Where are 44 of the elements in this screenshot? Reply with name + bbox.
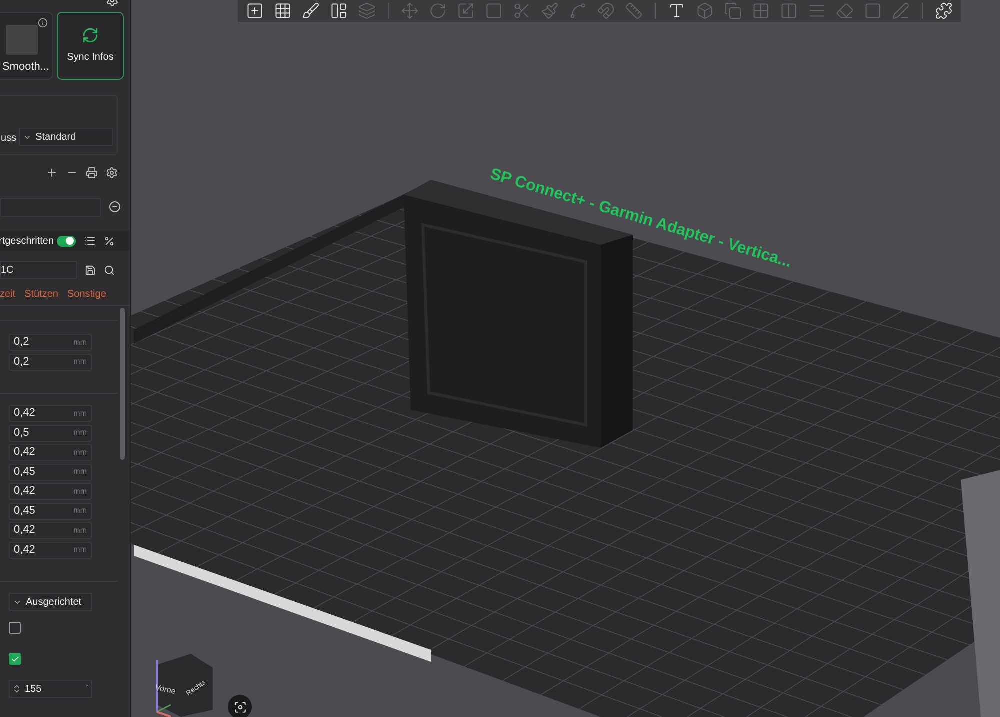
- focus-icon: [234, 700, 246, 714]
- plate-type-dropdown[interactable]: Standard: [18, 128, 113, 146]
- advanced-toggle[interactable]: [57, 236, 76, 246]
- brush-icon[interactable]: [302, 2, 320, 20]
- puzzle-icon[interactable]: [935, 2, 953, 20]
- settings-tab[interactable]: zeit: [0, 286, 16, 302]
- sync-infos-button[interactable]: Sync Infos: [57, 12, 124, 80]
- number-field[interactable]: 0,42 mm: [9, 542, 92, 558]
- square-plus-icon[interactable]: [246, 2, 264, 20]
- number-field[interactable]: 0,42 mm: [9, 522, 92, 539]
- pattern-dropdown[interactable]: Ausgerichtet: [9, 593, 92, 611]
- preset-field[interactable]: 1C: [0, 261, 77, 279]
- minus-circle-icon[interactable]: [109, 201, 121, 213]
- number-field[interactable]: 0,2 mm: [9, 354, 92, 370]
- spinner-icon[interactable]: [12, 684, 22, 694]
- plate-settings-box: uss Standard: [0, 95, 118, 155]
- scrollbar[interactable]: [120, 308, 125, 460]
- check-icon: [10, 654, 20, 664]
- printer-icon[interactable]: [86, 167, 98, 179]
- number-field[interactable]: 0,45 mm: [9, 502, 92, 520]
- number-field[interactable]: 0,42 mm: [9, 483, 92, 500]
- layout-icon[interactable]: [330, 2, 348, 20]
- save-icon[interactable]: [85, 264, 96, 276]
- camera-reset-button[interactable]: [228, 695, 252, 717]
- plate-card[interactable]: Smooth...: [0, 12, 53, 80]
- settings-icon[interactable]: [106, 167, 118, 179]
- sync-icon: [82, 27, 99, 44]
- number-field[interactable]: 0,42 mm: [9, 444, 92, 461]
- settings-tab[interactable]: Stützen: [24, 286, 58, 302]
- settings-tab[interactable]: Sonstige: [67, 286, 106, 302]
- checkbox[interactable]: [9, 622, 21, 634]
- search-icon[interactable]: [104, 264, 115, 276]
- info-icon[interactable]: [38, 18, 48, 28]
- number-field[interactable]: 0,45 mm: [9, 464, 92, 480]
- percent-icon[interactable]: [104, 236, 116, 246]
- checkbox[interactable]: [9, 653, 21, 665]
- angle-field[interactable]: 155 °: [9, 680, 92, 698]
- number-field[interactable]: 0,2 mm: [9, 334, 92, 351]
- number-field[interactable]: 0,5 mm: [9, 424, 92, 442]
- number-field[interactable]: 0,42 mm: [9, 405, 92, 422]
- plate-thumbnail: [6, 25, 38, 55]
- add-icon[interactable]: [46, 167, 58, 179]
- mode-bar: rtgeschritten: [0, 231, 130, 251]
- text-icon[interactable]: [668, 2, 686, 20]
